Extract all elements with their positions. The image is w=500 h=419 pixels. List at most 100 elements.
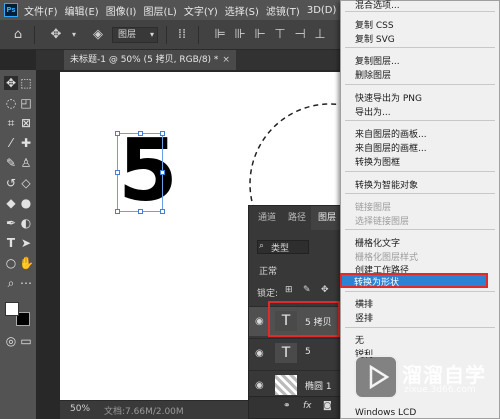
visibility-eye-icon[interactable]: ◉: [255, 380, 264, 391]
document-tab-title: 未标题-1 @ 50% (5 拷贝, RGB/8) *: [70, 55, 219, 65]
align-left-icon[interactable]: ⊫: [212, 27, 228, 43]
screen-mode-icon[interactable]: ▭: [19, 334, 33, 348]
menu-separator: [345, 11, 495, 12]
close-icon[interactable]: ×: [222, 55, 230, 65]
menu-item-export-as[interactable]: 导出为...: [355, 105, 391, 118]
type-tool-icon[interactable]: T: [4, 236, 18, 250]
transform-handle[interactable]: [115, 209, 120, 214]
transform-handle[interactable]: [115, 170, 120, 175]
lock-transparent-icon[interactable]: ⊞: [285, 285, 293, 295]
eyedropper-icon[interactable]: ⁄: [4, 136, 18, 150]
tab-layers[interactable]: 图层: [311, 206, 344, 230]
foreground-color-swatch[interactable]: [5, 302, 19, 316]
lock-paint-icon[interactable]: ✎: [303, 285, 311, 295]
more-tools-icon[interactable]: ⋯: [19, 276, 33, 290]
menu-item-artboard-from-layers[interactable]: 来自图层的画板...: [355, 127, 427, 140]
align-right-icon[interactable]: ⊩: [252, 27, 268, 43]
menu-image[interactable]: 图像(I): [106, 3, 137, 18]
menu-layer[interactable]: 图层(L): [143, 3, 176, 18]
text-layer-thumbnail: T: [275, 343, 297, 363]
menu-item-vertical[interactable]: 竖排: [355, 311, 373, 324]
align-bottom-icon[interactable]: ⊥: [312, 27, 328, 43]
lasso-tool-icon[interactable]: ◌: [4, 96, 18, 110]
menu-item-anti-alias-none[interactable]: 无: [355, 333, 364, 346]
pen-tool-icon[interactable]: ✒: [4, 216, 18, 230]
stamp-tool-icon[interactable]: ♙: [19, 156, 33, 170]
brush-tool-icon[interactable]: ✎: [4, 156, 18, 170]
marquee-tool-icon[interactable]: ⬚: [19, 76, 33, 90]
history-brush-icon[interactable]: ↺: [4, 176, 18, 190]
visibility-eye-icon[interactable]: ◉: [255, 316, 264, 327]
menu-item-convert-to-shape[interactable]: 转换为形状: [340, 273, 488, 288]
blend-mode-value[interactable]: 正常: [259, 264, 277, 277]
link-layers-icon[interactable]: ⚭: [283, 401, 291, 411]
auto-select-icon[interactable]: ◈: [90, 27, 106, 43]
visibility-eye-icon[interactable]: ◉: [255, 348, 264, 359]
menu-item-convert-to-frame[interactable]: 转换为图框: [355, 155, 400, 168]
transform-handle[interactable]: [160, 131, 165, 136]
tab-paths[interactable]: 路径: [281, 206, 313, 230]
menu-edit[interactable]: 编辑(E): [65, 3, 99, 18]
eraser-tool-icon[interactable]: ◇: [19, 176, 33, 190]
ellipse-tool-icon[interactable]: ○: [4, 256, 18, 270]
paint-bucket-icon[interactable]: ◆: [4, 196, 18, 210]
play-icon: [369, 364, 390, 390]
add-mask-icon[interactable]: ◙: [323, 401, 332, 411]
transform-handle[interactable]: [115, 131, 120, 136]
home-icon[interactable]: ⌂: [10, 27, 26, 43]
menu-item-copy-svg[interactable]: 复制 SVG: [355, 32, 395, 45]
menu-item-duplicate-layer[interactable]: 复制图层...: [355, 54, 400, 67]
path-select-icon[interactable]: ➤: [19, 236, 33, 250]
align-top-icon[interactable]: ⊤: [272, 27, 288, 43]
crop-tool-icon[interactable]: ⌗: [4, 116, 18, 130]
menu-filter[interactable]: 滤镜(T): [266, 3, 300, 18]
document-tab[interactable]: 未标题-1 @ 50% (5 拷贝, RGB/8) * ×: [64, 50, 236, 70]
healing-brush-icon[interactable]: ✚: [19, 136, 33, 150]
menu-select[interactable]: 选择(S): [225, 3, 259, 18]
site-watermark: 溜溜自学 zixue.3d66.com: [354, 355, 500, 405]
transform-controls-icon[interactable]: ⁞⁞: [174, 27, 190, 43]
transform-handle[interactable]: [160, 209, 165, 214]
menu-item-delete-layer[interactable]: 删除图层: [355, 68, 391, 81]
blur-tool-icon[interactable]: ●: [19, 196, 33, 210]
frame-tool-icon[interactable]: ⊠: [19, 116, 33, 130]
annotation-highlight-layer: [268, 301, 340, 337]
menu-type[interactable]: 文字(Y): [184, 3, 218, 18]
hand-tool-icon[interactable]: ✋: [19, 256, 34, 270]
menu-item-copy-css[interactable]: 复制 CSS: [355, 18, 394, 31]
menu-item-frame-from-layers[interactable]: 来自图层的画框...: [355, 141, 427, 154]
tab-channels[interactable]: 通道: [251, 206, 283, 230]
move-tool-icon[interactable]: ✥: [48, 27, 64, 43]
layer-select-dropdown[interactable]: 图层 ▾: [112, 27, 158, 43]
menu-item-windows-lcd[interactable]: Windows LCD: [355, 408, 416, 418]
align-middle-icon[interactable]: ⊣: [292, 27, 308, 43]
layer-name[interactable]: 椭圆 1: [305, 379, 332, 392]
transform-handle[interactable]: [138, 209, 143, 214]
watermark-url: zixue.3d66.com: [404, 385, 476, 395]
layer-name[interactable]: 5: [305, 347, 311, 357]
chevron-down-icon[interactable]: ▾: [66, 27, 82, 43]
menu-separator: [345, 171, 495, 172]
menu-item-rasterize-type[interactable]: 栅格化文字: [355, 236, 400, 249]
lock-move-icon[interactable]: ✥: [321, 285, 329, 295]
options-separator: [34, 26, 35, 44]
menu-item-horizontal[interactable]: 横排: [355, 297, 373, 310]
transform-handle[interactable]: [160, 170, 165, 175]
menu-file[interactable]: 文件(F): [24, 3, 58, 18]
object-select-icon[interactable]: ◰: [19, 96, 33, 110]
menu-item-blending-options[interactable]: 混合选项...: [355, 0, 400, 11]
zoom-level[interactable]: 50%: [70, 404, 90, 414]
chevron-down-icon: ▾: [149, 30, 154, 39]
quick-mask-icon[interactable]: ◎: [4, 334, 18, 348]
move-tool-icon[interactable]: ✥: [4, 76, 18, 90]
zoom-tool-icon[interactable]: ⌕: [4, 276, 18, 290]
document-size: 文档:7.66M/2.00M: [104, 407, 184, 417]
align-center-icon[interactable]: ⊪: [232, 27, 248, 43]
menu-item-select-linked-layers: 选择链接图层: [355, 217, 410, 227]
menu-item-quick-export-png[interactable]: 快速导出为 PNG: [355, 91, 422, 104]
dodge-tool-icon[interactable]: ◐: [19, 216, 33, 230]
transform-handle[interactable]: [138, 131, 143, 136]
menu-item-convert-to-smart-object[interactable]: 转换为智能对象: [355, 178, 418, 191]
fx-icon[interactable]: fx: [303, 401, 312, 411]
menu-3d[interactable]: 3D(D): [307, 5, 337, 16]
